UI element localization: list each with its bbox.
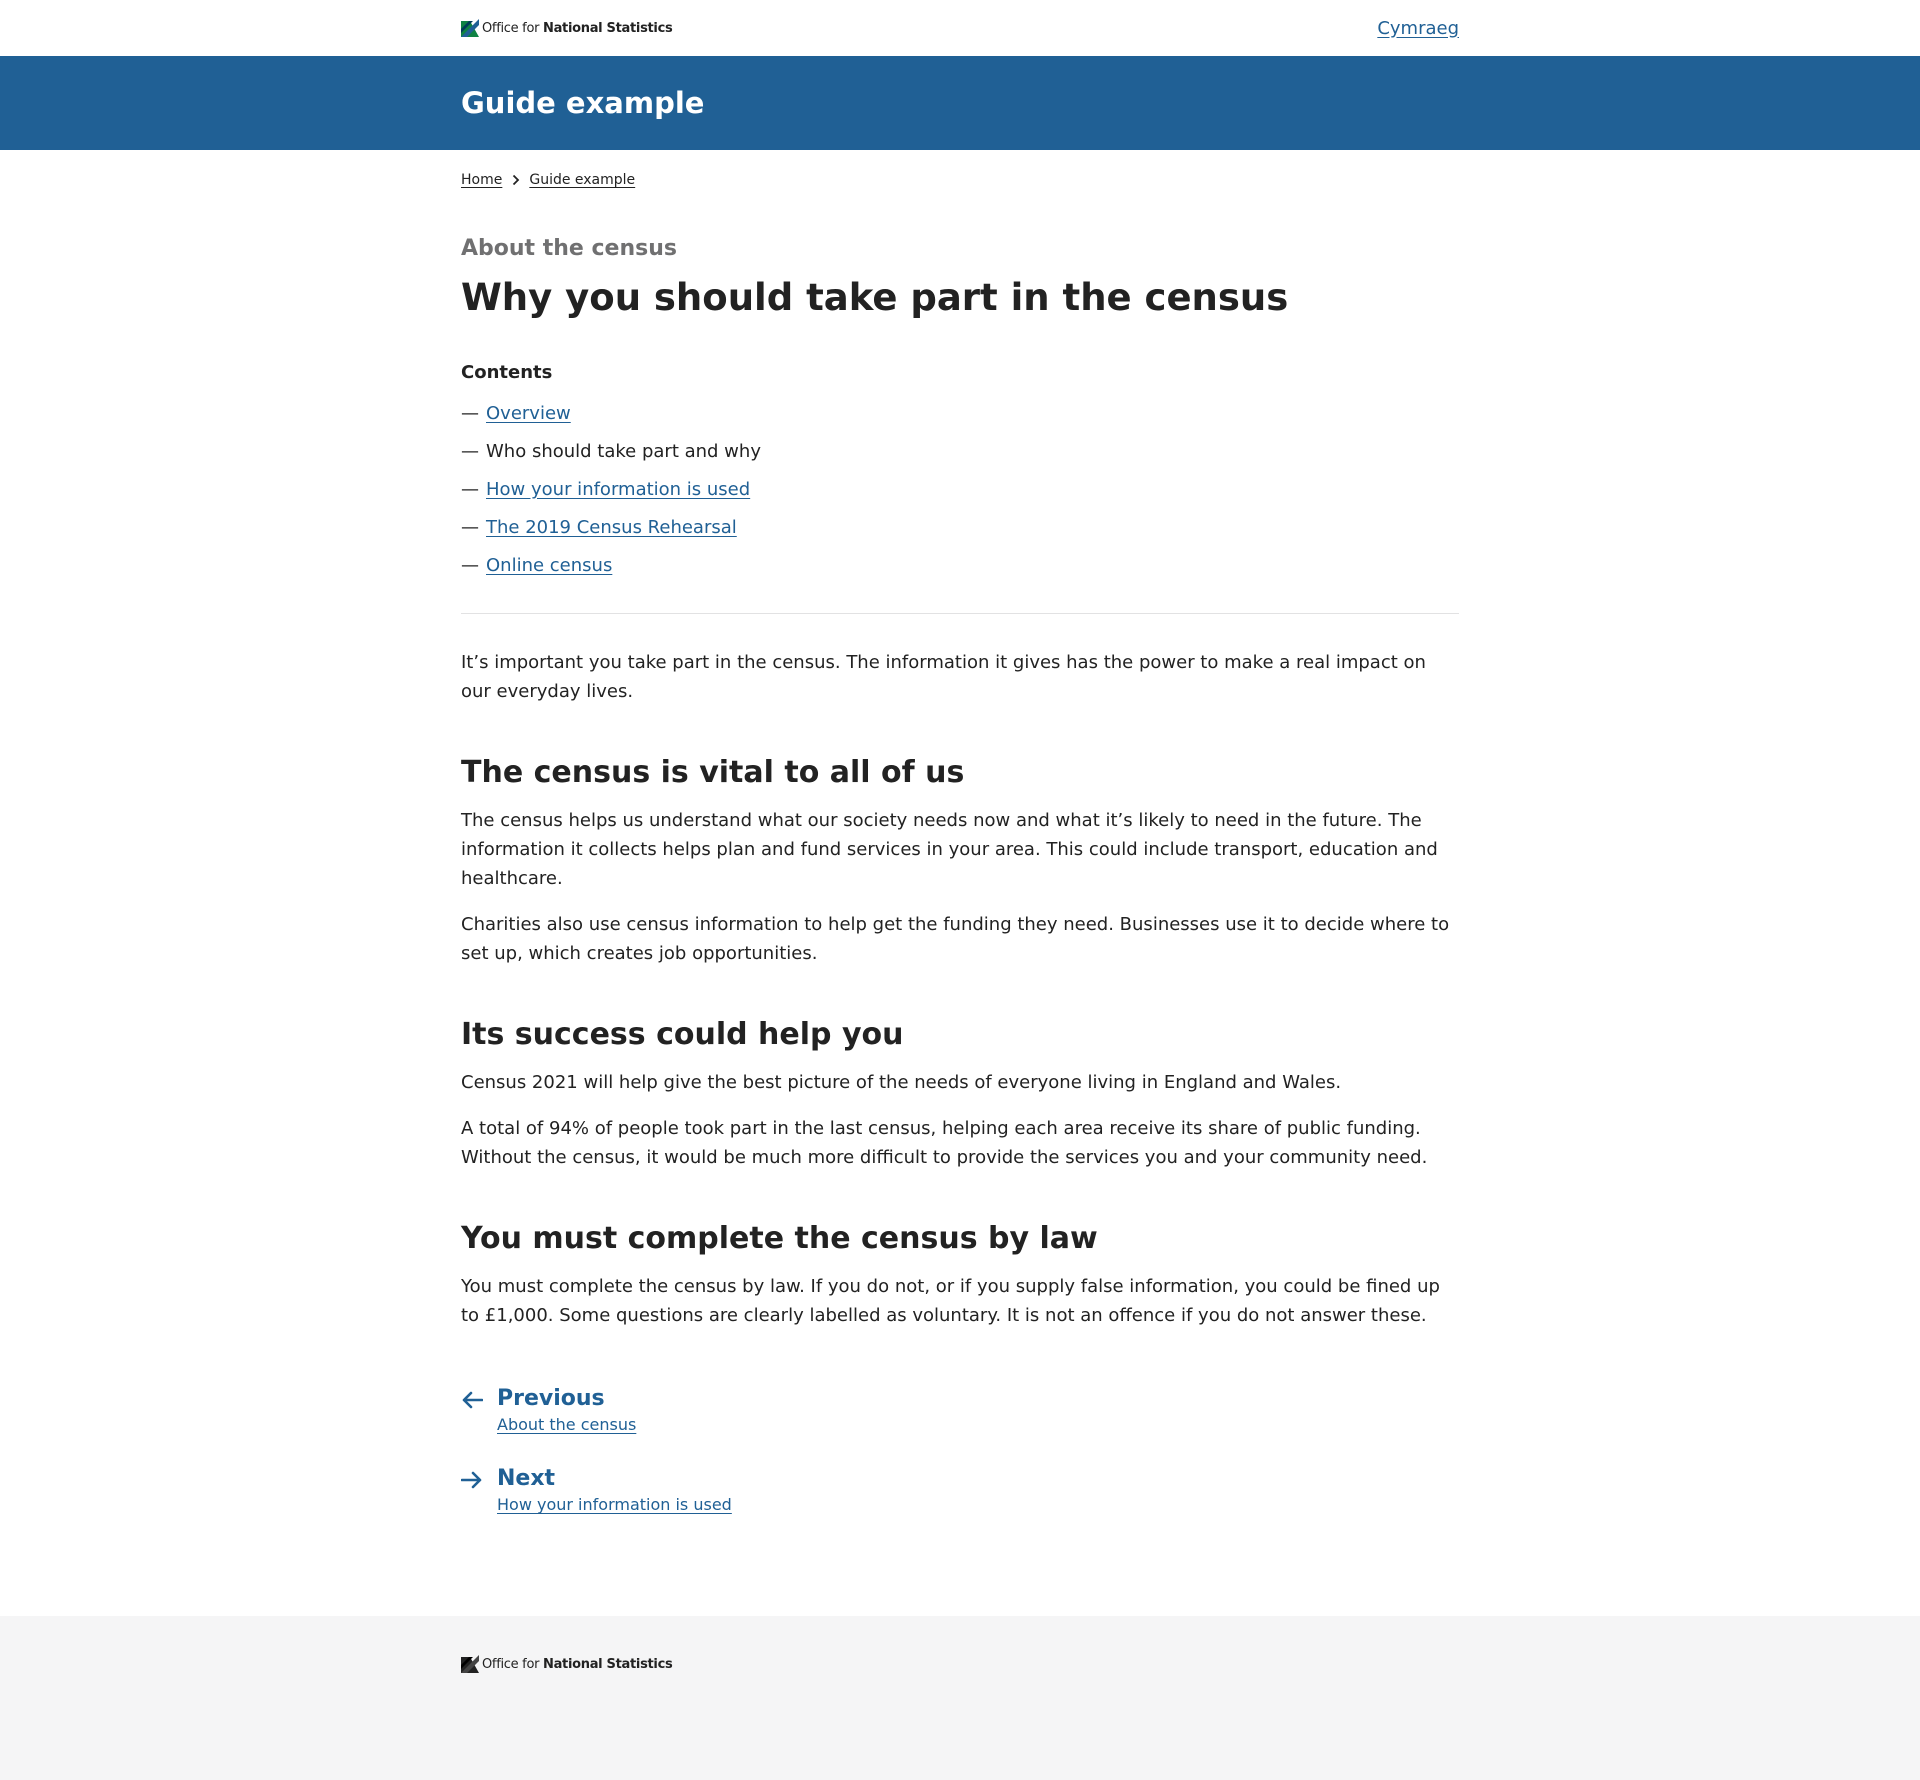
contents-item: — The 2019 Census Rehearsal bbox=[461, 516, 1459, 554]
arrow-right-icon bbox=[460, 1464, 497, 1493]
footer: Office for National Statistics bbox=[0, 1616, 1920, 1780]
contents-link-online-census[interactable]: Online census bbox=[486, 554, 612, 578]
pager-next-label[interactable]: Next bbox=[497, 1464, 732, 1494]
guide-kicker: About the census bbox=[461, 236, 677, 261]
pager-next-link[interactable]: How your information is used bbox=[497, 1495, 732, 1514]
section-heading-law: You must complete the census by law bbox=[461, 1221, 1098, 1256]
main-content: Home Guide example About the census Why … bbox=[460, 150, 1459, 1514]
section-paragraph: The census helps us understand what our … bbox=[461, 810, 1438, 889]
contents-current-item: Who should take part and why bbox=[486, 441, 761, 462]
pager-previous-label[interactable]: Previous bbox=[497, 1384, 636, 1414]
ons-logo[interactable]: Office for National Statistics bbox=[461, 18, 673, 38]
contents-link-rehearsal[interactable]: The 2019 Census Rehearsal bbox=[486, 516, 737, 540]
dash-icon: — bbox=[461, 403, 479, 424]
pager-next[interactable]: Next How your information is used bbox=[460, 1464, 1459, 1514]
contents-item: — How your information is used bbox=[461, 478, 1459, 516]
site-title: Guide example bbox=[461, 85, 705, 120]
contents-item: — Who should take part and why bbox=[461, 440, 1459, 478]
contents-link-overview[interactable]: Overview bbox=[486, 402, 571, 426]
section-paragraph: A total of 94% of people took part in th… bbox=[461, 1118, 1428, 1168]
guide-pager: Previous About the census Next How your … bbox=[460, 1384, 1459, 1514]
breadcrumb-home-link[interactable]: Home bbox=[461, 172, 502, 188]
breadcrumb: Home Guide example bbox=[461, 150, 1459, 208]
breadcrumb-guide-link[interactable]: Guide example bbox=[529, 172, 635, 188]
ons-logo-icon bbox=[461, 1655, 479, 1673]
pager-previous-link[interactable]: About the census bbox=[497, 1415, 636, 1434]
ons-logo-icon bbox=[461, 19, 479, 37]
section-paragraph: You must complete the census by law. If … bbox=[461, 1276, 1440, 1326]
chevron-right-icon bbox=[512, 174, 520, 186]
section-paragraph: Charities also use census information to… bbox=[461, 914, 1450, 964]
footer-ons-logo[interactable]: Office for National Statistics bbox=[461, 1654, 1459, 1674]
top-header: Office for National Statistics Cymraeg bbox=[0, 0, 1920, 56]
page-title: Why you should take part in the census bbox=[461, 276, 1289, 319]
contents-item: — Online census bbox=[461, 554, 1459, 592]
pager-previous[interactable]: Previous About the census bbox=[461, 1384, 1459, 1434]
contents-link-information-use[interactable]: How your information is used bbox=[486, 478, 750, 502]
dash-icon: — bbox=[461, 517, 479, 538]
section-paragraph: Census 2021 will help give the best pict… bbox=[461, 1072, 1342, 1093]
site-title-band: Guide example bbox=[0, 56, 1920, 150]
language-switch-link[interactable]: Cymraeg bbox=[1377, 18, 1459, 39]
dash-icon: — bbox=[461, 479, 479, 500]
ons-wordmark: Office for National Statistics bbox=[482, 20, 673, 36]
dash-icon: — bbox=[461, 555, 479, 576]
arrow-left-icon bbox=[461, 1384, 497, 1413]
intro-paragraph: It’s important you take part in the cens… bbox=[461, 652, 1426, 702]
section-heading-success: Its success could help you bbox=[461, 1017, 904, 1052]
section-heading-vital: The census is vital to all of us bbox=[461, 755, 965, 790]
contents-list: — Overview — Who should take part and wh… bbox=[461, 402, 1459, 592]
contents-item: — Overview bbox=[461, 402, 1459, 440]
ons-wordmark: Office for National Statistics bbox=[482, 1656, 673, 1672]
contents-heading: Contents bbox=[461, 362, 553, 383]
dash-icon: — bbox=[461, 441, 479, 462]
contents-divider bbox=[461, 613, 1459, 614]
